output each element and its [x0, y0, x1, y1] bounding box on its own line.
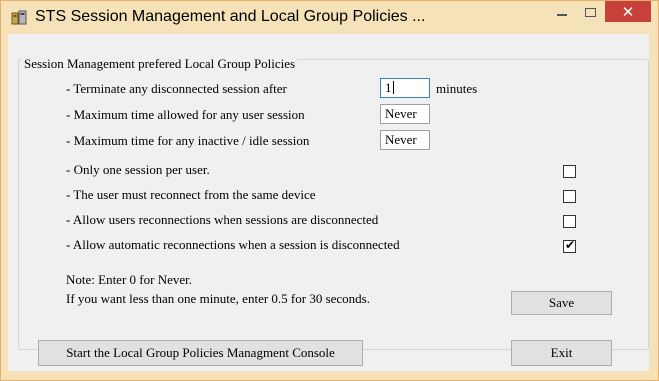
max-session-label: - Maximum time allowed for any user sess… [66, 107, 305, 122]
auto-reconnect-label: - Allow automatic reconnections when a s… [66, 237, 400, 252]
max-idle-label: - Maximum time for any inactive / idle s… [66, 133, 310, 148]
save-button[interactable]: Save [511, 291, 612, 315]
start-console-button[interactable]: Start the Local Group Policies Managment… [38, 340, 363, 366]
auto-reconnect-checkbox[interactable]: ✔ [563, 238, 576, 253]
one-session-label: - Only one session per user. [66, 162, 210, 177]
minimize-button[interactable] [549, 1, 575, 23]
terminate-minutes-input[interactable]: 1 [380, 78, 430, 98]
terminate-session-label: - Terminate any disconnected session aft… [66, 81, 287, 96]
minutes-unit-label: minutes [436, 81, 478, 96]
max-session-input[interactable]: Never [380, 104, 430, 124]
exit-button[interactable]: Exit [511, 340, 612, 366]
title-bar[interactable]: STS Session Management and Local Group P… [1, 1, 658, 35]
note-line-2: If you want less than one minute, enter … [66, 291, 370, 306]
allow-reconnections-checkbox[interactable] [563, 215, 576, 228]
max-idle-value: Never [385, 132, 417, 147]
window-title: STS Session Management and Local Group P… [35, 8, 426, 25]
minimize-icon [557, 14, 567, 16]
maximize-icon [584, 7, 596, 17]
close-icon: ✕ [621, 2, 635, 21]
app-icon [11, 10, 27, 26]
max-session-value: Never [385, 106, 417, 121]
save-button-label: Save [548, 295, 575, 310]
group-box-title: Session Management prefered Local Group … [22, 56, 298, 72]
terminate-minutes-value: 1 [385, 80, 392, 95]
start-console-button-label: Start the Local Group Policies Managment… [66, 345, 335, 360]
exit-button-label: Exit [550, 345, 573, 360]
check-mark-icon: ✔ [565, 238, 576, 252]
same-device-checkbox[interactable] [563, 190, 576, 203]
note-line-1: Note: Enter 0 for Never. [66, 272, 192, 287]
close-button[interactable]: ✕ [605, 1, 651, 22]
same-device-label: - The user must reconnect from the same … [66, 187, 316, 202]
max-idle-input[interactable]: Never [380, 130, 430, 150]
allow-reconnections-label: - Allow users reconnections when session… [66, 212, 379, 227]
one-session-checkbox[interactable] [563, 165, 576, 178]
text-caret [392, 81, 394, 94]
maximize-button[interactable] [577, 1, 603, 23]
